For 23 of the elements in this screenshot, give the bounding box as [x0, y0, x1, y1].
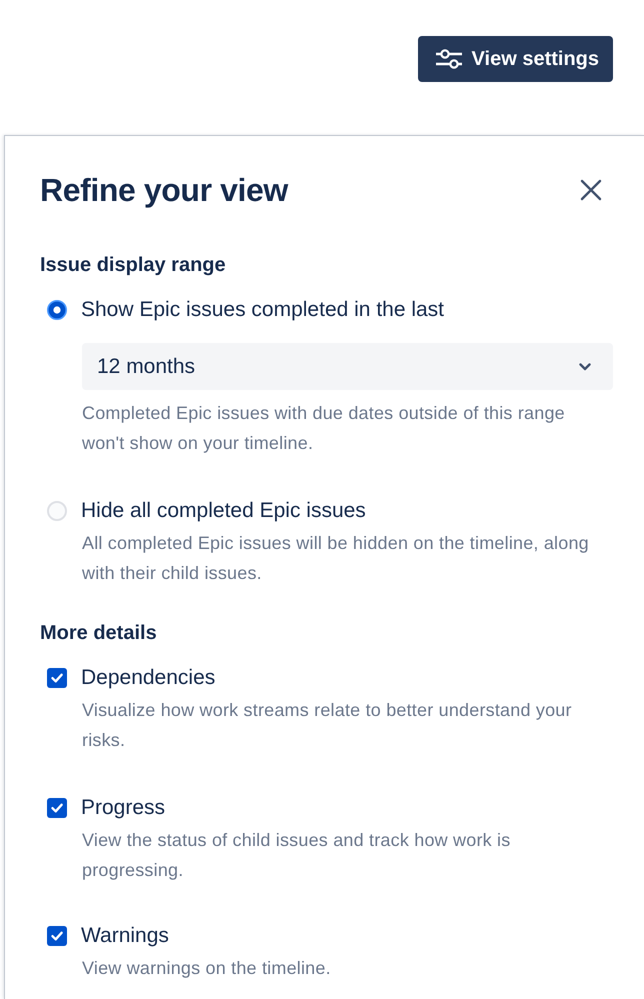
option-description: Completed Epic issues with due dates outside of this range won't show on your timeline.: [82, 402, 566, 455]
chevron-down-icon: [579, 362, 591, 370]
option-label: Dependencies: [81, 665, 216, 691]
option-label: Hide all completed Epic issues: [81, 498, 366, 524]
radio-button[interactable]: [47, 300, 67, 320]
section-heading: More details: [40, 621, 158, 645]
range-select[interactable]: 12 months: [82, 343, 613, 390]
option-description: View warnings on the timeline.: [82, 957, 332, 980]
option-label: Show Epic issues completed in the last: [81, 297, 444, 323]
panel-title: Refine your view: [40, 171, 288, 210]
checkbox[interactable]: [47, 798, 67, 818]
checkbox[interactable]: [47, 668, 67, 688]
sliders-icon: [436, 49, 462, 69]
option-description: All completed Epic issues will be hidden on the timeline, along with their child issues.: [82, 532, 590, 585]
option-description: View the status of child issues and track how work is progressing.: [82, 829, 512, 882]
close-icon: [580, 179, 602, 201]
section-heading: Issue display range: [40, 253, 227, 277]
checkbox[interactable]: [47, 926, 67, 946]
view-settings-button[interactable]: View settings: [418, 36, 613, 82]
close-button[interactable]: [580, 179, 602, 201]
option-label: Warnings: [81, 923, 169, 949]
option-label: Progress: [81, 795, 166, 821]
option-description: Visualize how work streams relate to better understand your risks.: [82, 699, 573, 752]
